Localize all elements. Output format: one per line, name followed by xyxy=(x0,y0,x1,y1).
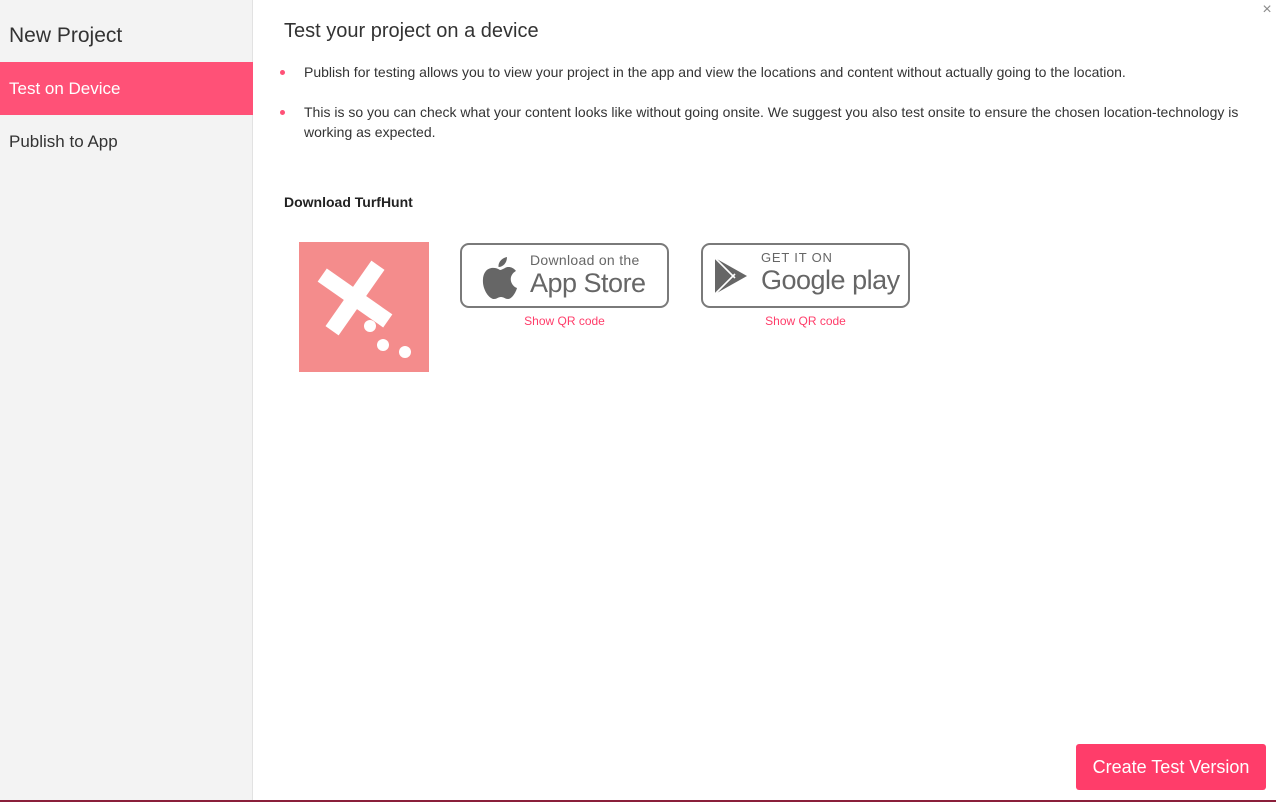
sidebar-item-test-on-device[interactable]: Test on Device xyxy=(0,62,253,115)
google-play-icon xyxy=(714,257,747,295)
page-title: Test your project on a device xyxy=(284,20,539,42)
sidebar: New Project Test on Device Publish to Ap… xyxy=(0,0,253,800)
google-play-small-text: GET IT ON xyxy=(761,250,833,265)
sidebar-title: New Project xyxy=(9,24,123,47)
turfhunt-logo-graphic xyxy=(317,260,411,358)
sidebar-item-publish-to-app[interactable]: Publish to App xyxy=(0,115,253,168)
list-item: This is so you can check what your conte… xyxy=(280,102,1250,142)
publish-dialog: New Project Test on Device Publish to Ap… xyxy=(0,0,1276,800)
close-icon[interactable]: × xyxy=(1260,1,1274,19)
list-item-text: This is so you can check what your conte… xyxy=(304,104,1239,140)
turfhunt-logo-icon xyxy=(299,242,429,372)
info-list: Publish for testing allows you to view y… xyxy=(280,62,1250,162)
create-test-version-button[interactable]: Create Test Version xyxy=(1076,744,1266,790)
app-store-badge[interactable]: Download on the App Store xyxy=(460,243,669,308)
list-item: Publish for testing allows you to view y… xyxy=(280,62,1250,82)
list-item-text: Publish for testing allows you to view y… xyxy=(304,64,1126,80)
app-store-small-text: Download on the xyxy=(530,252,640,268)
google-play-big-text: Google play xyxy=(761,265,900,295)
download-heading: Download TurfHunt xyxy=(284,194,413,210)
app-store-qr-link[interactable]: Show QR code xyxy=(460,314,669,328)
google-play-qr-link[interactable]: Show QR code xyxy=(701,314,910,328)
bullet-icon xyxy=(280,70,285,75)
bullet-icon xyxy=(280,110,285,115)
google-play-badge[interactable]: GET IT ON Google play xyxy=(701,243,910,308)
apple-icon xyxy=(482,257,517,299)
app-store-big-text: App Store xyxy=(530,268,646,298)
